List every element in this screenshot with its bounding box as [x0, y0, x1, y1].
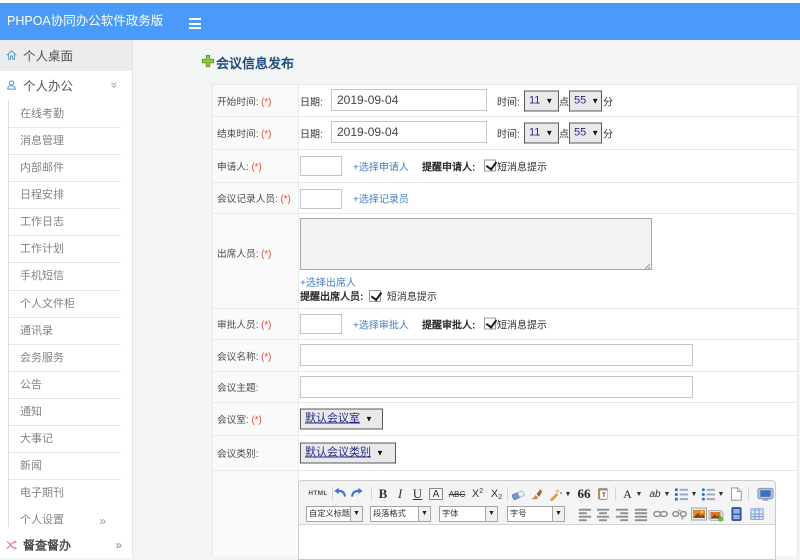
- svg-text:T: T: [602, 492, 606, 499]
